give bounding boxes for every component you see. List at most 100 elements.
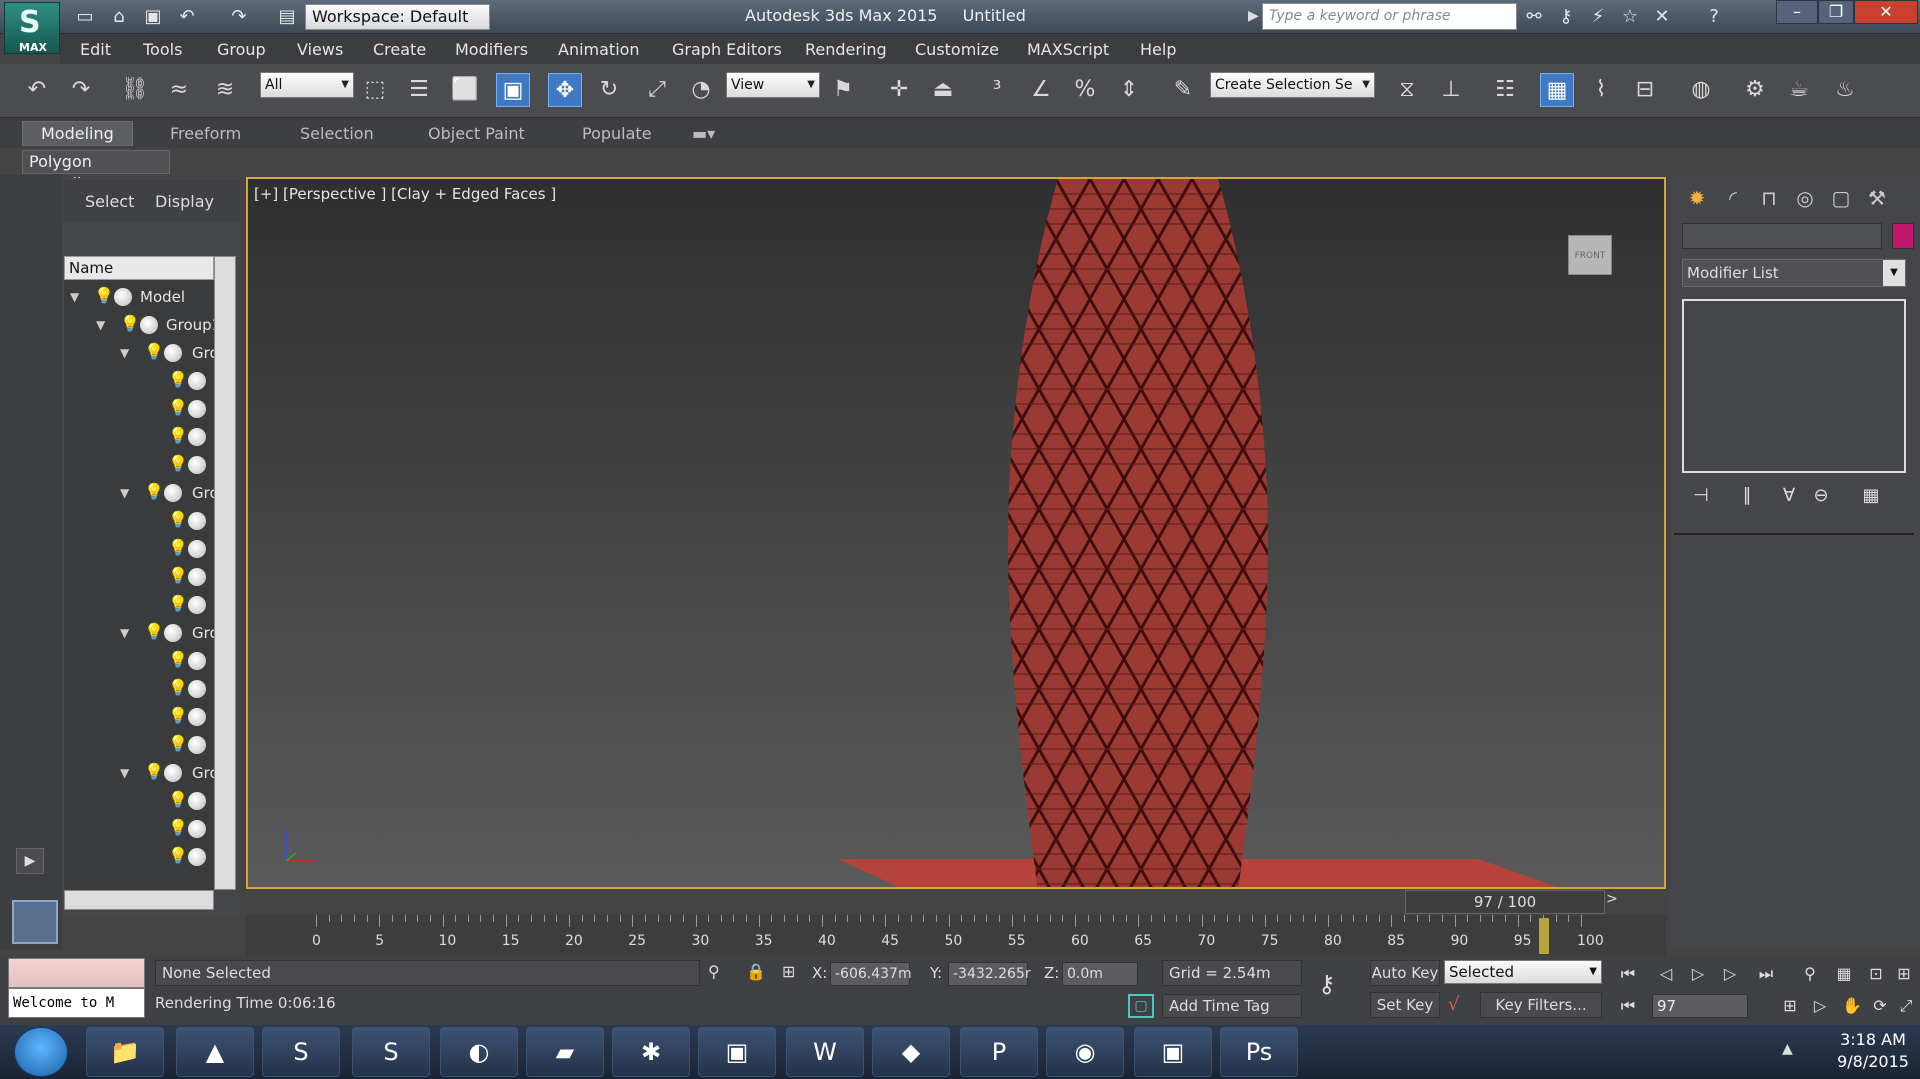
current-frame-marker[interactable] — [1539, 918, 1550, 954]
search-arrow-icon[interactable]: ▶ — [1248, 8, 1259, 24]
layer-manager-icon[interactable]: ☷ — [1488, 73, 1522, 107]
visibility-icon[interactable] — [164, 484, 182, 502]
zoom-extents-icon[interactable]: ⊡ — [1862, 962, 1890, 986]
set-key-button[interactable]: Set Key — [1370, 992, 1440, 1018]
visibility-icon[interactable] — [188, 372, 206, 390]
tree-node-item[interactable]: 💡 — [64, 788, 214, 814]
cinema4d-icon[interactable]: ◐ — [440, 1027, 518, 1077]
curve-editor-icon[interactable]: ⌇ — [1584, 73, 1618, 107]
absolute-mode-icon[interactable]: ⊞ — [782, 962, 795, 981]
angle-snap-icon[interactable]: ∠ — [1024, 73, 1058, 107]
visibility-icon[interactable] — [188, 512, 206, 530]
visibility-icon[interactable] — [188, 456, 206, 474]
align-icon[interactable]: ⊥ — [1434, 73, 1468, 107]
next-frame-icon[interactable]: > — [1602, 891, 1622, 913]
visibility-icon[interactable] — [188, 428, 206, 446]
collapse-icon[interactable]: ▼ — [120, 626, 129, 640]
menu-views[interactable]: Views — [297, 40, 343, 59]
redo-icon[interactable]: ↷ — [64, 73, 98, 107]
redo-icon[interactable]: ↷ — [226, 4, 252, 30]
tree-node-item[interactable]: 💡 — [64, 452, 214, 478]
key-mode-toggle-icon[interactable]: ⏮ — [1614, 994, 1642, 1018]
menu-rendering[interactable]: Rendering — [805, 40, 887, 59]
tab-populate[interactable]: Populate — [582, 124, 652, 143]
tree-node-item[interactable]: 💡 — [64, 732, 214, 758]
pan-view-icon[interactable]: ✋ — [1838, 994, 1866, 1018]
zbrush-icon[interactable]: ✱ — [612, 1027, 690, 1077]
light-bulb-icon[interactable]: 💡 — [168, 790, 188, 809]
menu-modifiers[interactable]: Modifiers — [455, 40, 528, 59]
scene-tab-select[interactable]: Select — [85, 192, 134, 211]
menu-tools[interactable]: Tools — [143, 40, 182, 59]
tab-selection[interactable]: Selection — [300, 124, 374, 143]
utilities-tab-icon[interactable]: ⚒ — [1862, 183, 1892, 213]
perspective-viewport[interactable]: [+] [Perspective ] [Clay + Edged Faces ]… — [246, 177, 1666, 889]
reference-coordinate-dropdown[interactable]: View — [726, 72, 820, 98]
manipulate-icon[interactable]: ✛ — [882, 73, 916, 107]
collapse-icon[interactable]: ▼ — [96, 318, 105, 332]
scene-tab-display[interactable]: Display — [155, 192, 214, 211]
y-coordinate-field[interactable]: -3432.265r — [948, 962, 1031, 986]
visibility-icon[interactable] — [164, 624, 182, 642]
window-crossing-icon[interactable]: ▣ — [496, 73, 530, 107]
select-place-icon[interactable]: ◔ — [684, 73, 718, 107]
exchange-icon[interactable]: ✕ — [1648, 4, 1676, 30]
new-file-icon[interactable]: ▭ — [72, 4, 98, 30]
go-to-start-icon[interactable]: ⏮ — [1614, 962, 1642, 986]
restore-button[interactable]: ❐ — [1818, 0, 1854, 24]
set-key-mode-icon[interactable]: ⚷ — [1318, 970, 1336, 998]
light-bulb-icon[interactable]: 💡 — [168, 510, 188, 529]
render-production-icon[interactable]: ♨ — [1828, 73, 1862, 107]
menu-group[interactable]: Group — [217, 40, 266, 59]
selection-lock-icon[interactable]: 🔒 — [746, 962, 766, 981]
word-icon[interactable]: W — [786, 1027, 864, 1077]
visibility-icon[interactable] — [188, 596, 206, 614]
tree-node-item[interactable]: 💡 — [64, 396, 214, 422]
orbit-icon[interactable]: ⟳ — [1866, 994, 1894, 1018]
light-bulb-icon[interactable]: 💡 — [144, 482, 164, 501]
light-bulb-icon[interactable]: 💡 — [144, 342, 164, 361]
create-tab-icon[interactable]: ✹ — [1682, 183, 1712, 213]
scene-explorer-icon[interactable]: ▦ — [1540, 73, 1574, 107]
collapse-icon[interactable]: ▼ — [70, 290, 79, 304]
autocad-icon[interactable]: ▲ — [176, 1027, 254, 1077]
time-configuration-icon[interactable]: ⊞ — [1776, 994, 1804, 1018]
previous-frame-icon[interactable]: ◁ — [1652, 962, 1680, 986]
binoculars-icon[interactable]: ⚯ — [1520, 4, 1548, 30]
select-scale-icon[interactable]: ⤢ — [640, 73, 674, 107]
tree-node-item[interactable]: 💡 — [64, 368, 214, 394]
select-by-name-icon[interactable]: ☰ — [402, 73, 436, 107]
system-clock[interactable]: 3:18 AM 9/8/2015 — [1830, 1029, 1916, 1073]
modifier-stack[interactable] — [1682, 299, 1906, 473]
menu-edit[interactable]: Edit — [80, 40, 111, 59]
menu-maxscript[interactable]: MAXScript — [1027, 40, 1109, 59]
maxscript-mini-listener[interactable] — [8, 958, 145, 988]
application-button[interactable]: S MAX — [4, 2, 60, 54]
menu-animation[interactable]: Animation — [558, 40, 640, 59]
photoshop-icon[interactable]: Ps — [1220, 1027, 1298, 1077]
undo-icon[interactable]: ↶ — [174, 4, 200, 30]
start-button[interactable] — [14, 1027, 68, 1077]
light-bulb-icon[interactable]: 💡 — [168, 650, 188, 669]
tab-modeling[interactable]: Modeling — [22, 121, 133, 146]
undo-icon[interactable]: ↶ — [20, 73, 54, 107]
tree-node-group[interactable]: ▼ 💡 Gro — [64, 760, 214, 786]
visibility-icon[interactable] — [188, 540, 206, 558]
tree-node-item[interactable]: 💡 — [64, 816, 214, 842]
show-end-result-icon[interactable]: ∥ — [1732, 485, 1762, 506]
powerpoint-icon[interactable]: P — [960, 1027, 1038, 1077]
spinner-snap-icon[interactable]: ⇕ — [1112, 73, 1146, 107]
file-explorer-icon[interactable]: 📁 — [86, 1027, 164, 1077]
visibility-icon[interactable] — [188, 792, 206, 810]
folder-icon[interactable]: ▰ — [526, 1027, 604, 1077]
help-icon[interactable]: ? — [1700, 4, 1728, 30]
light-bulb-icon[interactable]: 💡 — [168, 370, 188, 389]
light-bulb-icon[interactable]: 💡 — [144, 622, 164, 641]
light-bulb-icon[interactable]: 💡 — [168, 538, 188, 557]
visibility-icon[interactable] — [188, 848, 206, 866]
tree-node-item[interactable]: 💡 — [64, 564, 214, 590]
visibility-icon[interactable] — [188, 820, 206, 838]
tree-node-group[interactable]: ▼ 💡 Gro — [64, 480, 214, 506]
visibility-icon[interactable] — [164, 344, 182, 362]
collapse-icon[interactable]: ▼ — [120, 346, 129, 360]
